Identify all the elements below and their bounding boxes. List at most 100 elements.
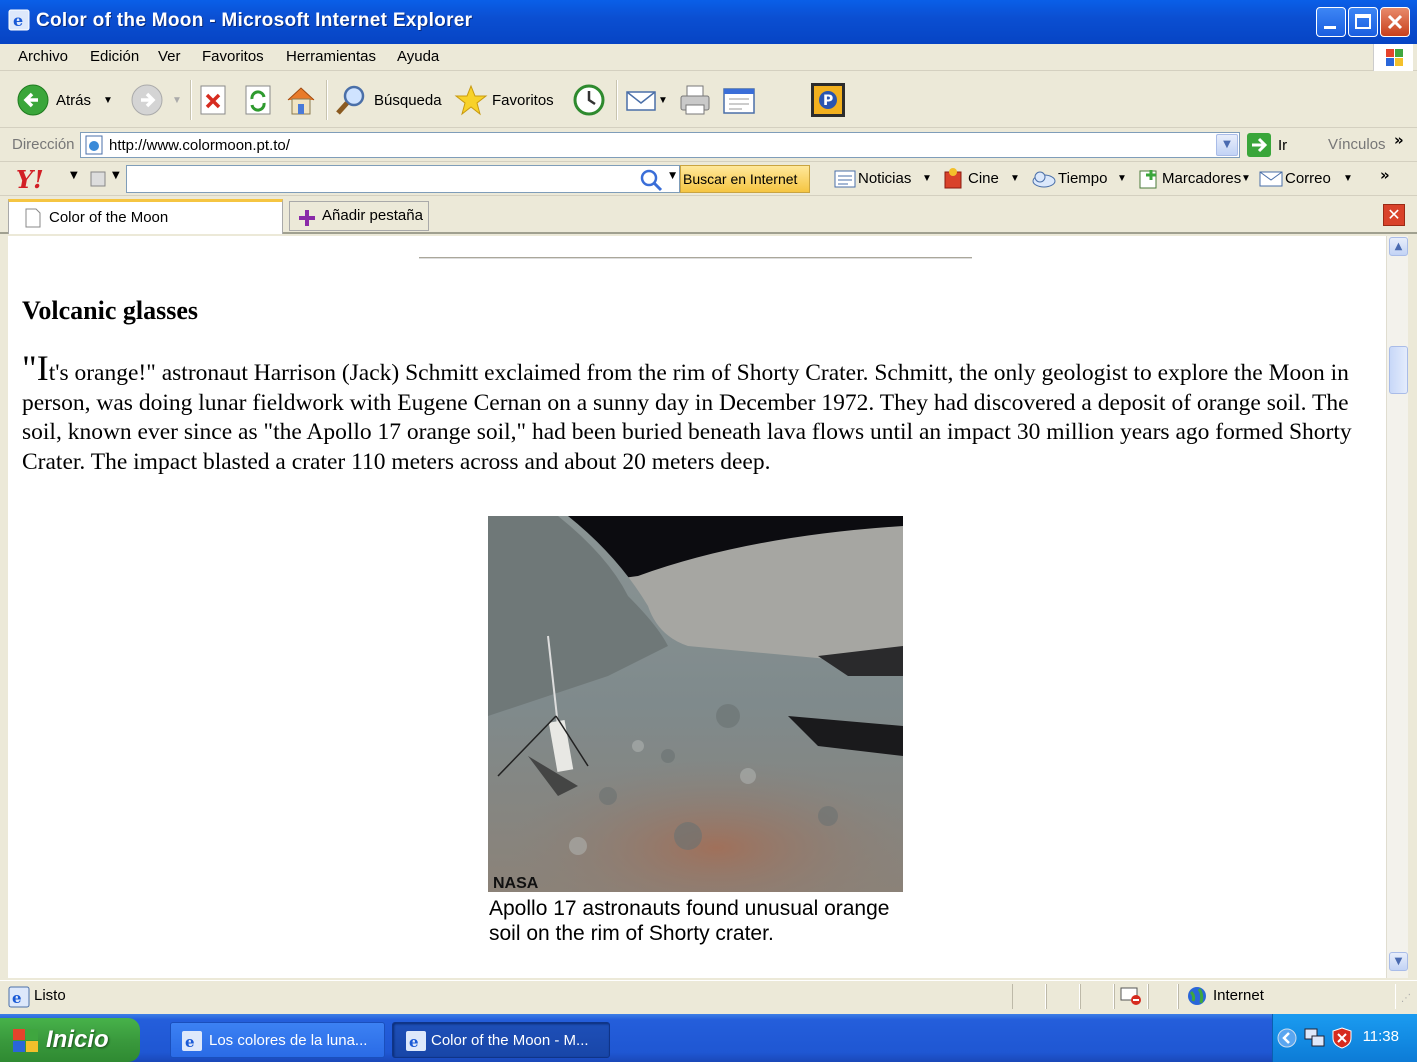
minimize-button[interactable] [1316,7,1346,37]
globe-icon [1188,987,1206,1005]
menu-bar: Archivo Edición Ver Favoritos Herramient… [0,44,1417,71]
back-button[interactable]: Atrás ▼ [16,82,113,118]
cinema-dropdown-icon[interactable]: ▼ [1010,173,1020,184]
refresh-button[interactable] [243,82,273,118]
pencil-dropdown-icon[interactable]: ▼ [112,170,120,181]
scroll-thumb[interactable] [1389,346,1408,394]
menu-ayuda[interactable]: Ayuda [397,48,439,65]
close-tab-button[interactable]: ✕ [1383,204,1405,226]
go-arrow-icon [1247,133,1271,157]
svg-text:P: P [823,93,833,109]
search-icon [336,85,365,115]
edit-button[interactable] [722,82,756,118]
scroll-up-button[interactable]: ▲ [1389,237,1408,256]
address-input[interactable]: http://www.colormoon.pt.to/ ▼ [80,132,1240,158]
security-zone-pane[interactable]: Internet [1178,984,1396,1009]
news-dropdown-icon[interactable]: ▼ [922,173,932,184]
paragraph-text: t's orange!" astronaut Harrison (Jack) S… [22,360,1352,475]
tray-expand-icon[interactable] [1277,1028,1297,1048]
maximize-button[interactable] [1348,7,1378,37]
links-label[interactable]: Vínculos [1328,136,1386,153]
start-button[interactable]: Inicio [0,1018,140,1062]
menu-ver[interactable]: Ver [158,48,181,65]
magnifier-icon[interactable] [639,168,663,192]
forward-arrow-icon [131,84,163,116]
drop-cap: I [36,348,49,388]
go-label: Ir [1278,136,1288,154]
address-dropdown-icon[interactable]: ▼ [1216,134,1238,156]
zone-label: Internet [1213,987,1264,1004]
mail-button[interactable]: ▼ [624,82,668,118]
taskbar-item-colores-luna[interactable]: e Los colores de la luna... [170,1022,385,1058]
forward-button[interactable]: ▼ [130,82,182,118]
status-bar: e Listo Internet ⋰ [0,980,1417,1012]
security-shield-icon[interactable] [1331,1027,1353,1049]
title-bar: e Color of the Moon - Microsoft Internet… [0,0,1417,44]
toolbar-chevron-icon[interactable]: » [1380,166,1390,184]
yahoo-bookmarks-link[interactable]: Marcadores [1162,170,1241,187]
menu-favoritos[interactable]: Favoritos [202,48,264,65]
popup-blocker-pane[interactable] [1114,984,1148,1009]
extension-button[interactable]: P [810,82,846,118]
ie-icon: e [406,1031,426,1051]
status-text: Listo [34,987,66,1004]
tab-color-of-the-moon[interactable]: Color of the Moon [8,199,283,234]
address-bar: Dirección http://www.colormoon.pt.to/ ▼ … [0,128,1417,162]
mail-dropdown-icon[interactable]: ▼ [1343,173,1353,184]
paragraph-open-quote: " [22,348,37,388]
mail-dropdown-icon[interactable]: ▼ [658,95,668,106]
favorites-button[interactable]: Favoritos [454,82,554,118]
yahoo-dropdown-icon[interactable]: ▼ [70,170,78,181]
windows-logo [1373,44,1413,71]
search-label: Búsqueda [374,91,442,109]
yahoo-search-button[interactable]: Buscar en Internet [680,165,810,193]
back-dropdown-icon[interactable]: ▼ [103,95,113,106]
pencil-icon[interactable] [90,171,106,187]
svg-text:e: e [409,1033,419,1051]
menu-herramientas[interactable]: Herramientas [286,48,376,65]
network-icon[interactable] [1303,1027,1327,1049]
back-arrow-icon [17,84,49,116]
edit-page-icon [723,88,755,114]
history-button[interactable] [572,82,606,118]
forward-dropdown-icon[interactable]: ▼ [172,95,182,106]
popup-blocked-icon [1120,987,1141,1005]
yahoo-cinema-link[interactable]: Cine [968,170,999,187]
search-dropdown-icon[interactable]: ▼ [669,171,676,181]
address-label: Dirección [12,136,75,153]
toolbar-divider [190,80,192,120]
weather-dropdown-icon[interactable]: ▼ [1117,173,1127,184]
yahoo-search-input[interactable]: ▼ [126,165,680,193]
home-button[interactable] [284,82,318,118]
links-chevron-icon[interactable]: » [1394,131,1404,149]
taskbar-item-color-of-the-moon[interactable]: e Color of the Moon - M... [392,1022,610,1058]
mail-envelope-icon [1259,171,1283,187]
scroll-down-button[interactable]: ▼ [1389,952,1408,971]
weather-cloud-icon [1032,171,1056,188]
resize-grip-icon[interactable]: ⋰ [1401,993,1411,1004]
photo-caption: Apollo 17 astronauts found unusual orang… [489,897,890,945]
bookmarks-dropdown-icon[interactable]: ▼ [1241,173,1251,184]
bookmarks-icon [1139,170,1157,189]
taskbar: Inicio e Los colores de la luna... e Col… [0,1014,1417,1062]
yahoo-mail-link[interactable]: Correo [1285,170,1331,187]
go-button[interactable]: Ir [1246,132,1287,158]
clock[interactable]: 11:38 [1363,1028,1399,1045]
menu-archivo[interactable]: Archivo [18,48,68,65]
menu-edicion[interactable]: Edición [90,48,139,65]
history-icon [573,84,605,116]
yahoo-logo-icon[interactable]: Y! [14,166,64,192]
system-tray: 11:38 [1272,1014,1417,1062]
search-button[interactable]: Búsqueda [334,82,442,118]
close-window-button[interactable] [1380,7,1410,37]
plus-icon [299,210,315,226]
print-button[interactable] [678,82,712,118]
yahoo-weather-link[interactable]: Tiempo [1058,170,1107,187]
add-tab-button[interactable]: Añadir pestaña [289,201,429,231]
vertical-scrollbar[interactable]: ▲ ▼ [1386,236,1408,978]
ie-icon: e [8,9,30,31]
blank-page-icon [25,208,41,228]
stop-button[interactable] [198,82,228,118]
svg-text:e: e [13,11,23,30]
yahoo-news-link[interactable]: Noticias [858,170,911,187]
